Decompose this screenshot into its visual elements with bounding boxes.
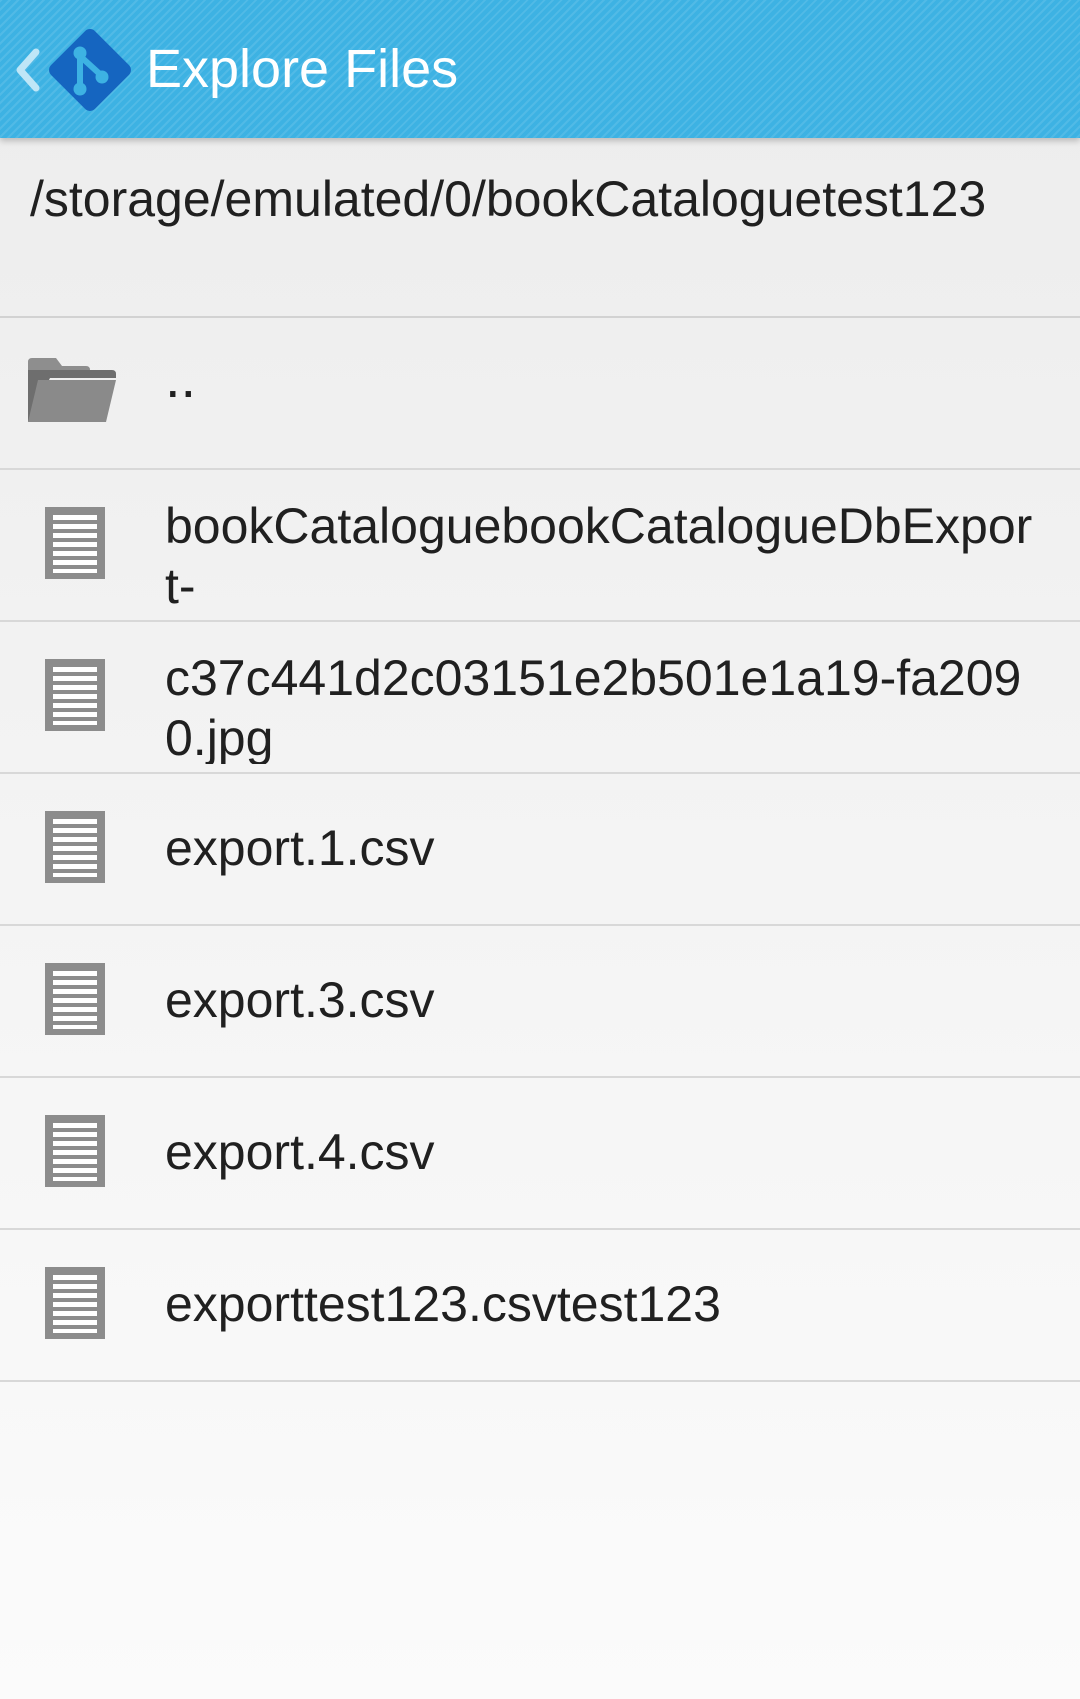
list-item-parent-folder[interactable]: .. [0,318,1080,470]
list-item-label: c37c441d2c03151e2b501e1a19-fa2090.jpg [165,650,1022,764]
document-icon [45,1267,105,1339]
document-icon [45,659,105,731]
page-title: Explore Files [146,39,459,99]
document-icon [45,1115,105,1187]
folder-icon [28,358,116,422]
list-item[interactable]: export.3.csv [0,926,1080,1078]
app-bar: Explore Files [0,0,1080,138]
current-path-header: /storage/emulated/0/bookCataloguetest123 [0,138,1080,318]
list-item-label: .. [165,348,197,409]
document-icon [45,811,105,883]
list-item-label: exporttest123.csvtest123 [165,1276,721,1332]
list-item-label: export.1.csv [165,820,435,876]
list-item[interactable]: bookCataloguebookCatalogueDbExport- [0,470,1080,622]
file-list: .. bookCataloguebookCatalogueDbExport- c… [0,318,1080,1382]
document-icon [45,507,105,579]
list-item[interactable]: c37c441d2c03151e2b501e1a19-fa2090.jpg [0,622,1080,774]
current-path-text: /storage/emulated/0/bookCataloguetest123 [30,171,987,227]
list-item-label: export.4.csv [165,1124,435,1180]
list-item[interactable]: exporttest123.csvtest123 [0,1230,1080,1382]
document-icon [45,963,105,1035]
chevron-left-icon [16,48,40,92]
git-logo-icon [49,29,131,111]
list-item[interactable]: export.1.csv [0,774,1080,926]
list-item-label: bookCataloguebookCatalogueDbExport- [165,498,1033,612]
list-item-label: export.3.csv [165,972,435,1028]
up-navigation-button[interactable] [8,20,138,120]
list-item[interactable]: export.4.csv [0,1078,1080,1230]
